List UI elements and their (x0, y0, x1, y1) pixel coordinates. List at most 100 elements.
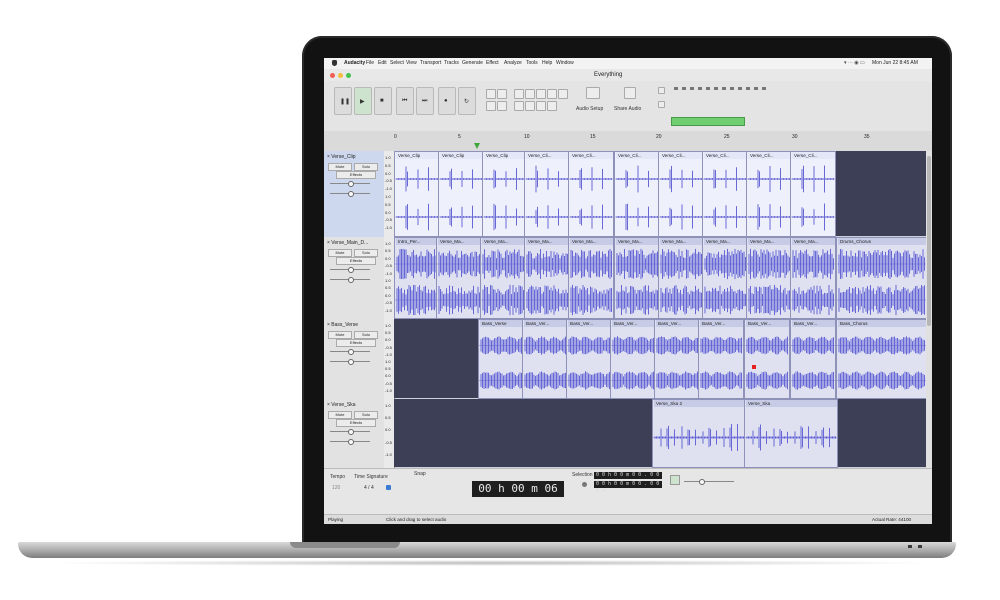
silence-icon[interactable] (525, 101, 535, 111)
multi-tool-icon[interactable] (497, 89, 507, 99)
audio-clip[interactable]: Bass_Chorus (836, 319, 928, 399)
audio-clip[interactable]: Verse_Ska (744, 399, 838, 468)
play-speed-knob[interactable] (699, 479, 705, 485)
record-button[interactable]: ● (438, 87, 456, 115)
clip-name[interactable]: Verse_Cli... (748, 152, 791, 159)
fit-project-icon[interactable] (547, 89, 557, 99)
track-area[interactable]: × Verse_Clip Mute Solo Effects 1.0 0.5 0.0 -0.5… (324, 151, 932, 469)
redo-icon[interactable] (547, 101, 557, 111)
selection-start-field[interactable]: 0 0 h 0 0 m 0 0 . 0 0 0 s (594, 472, 662, 485)
effects-button[interactable]: Effects (336, 339, 376, 347)
clip-name[interactable]: Bass_Ver... (568, 320, 611, 327)
clip-name[interactable]: Intro_Per... (396, 238, 439, 245)
checkbox-icon[interactable] (386, 485, 391, 490)
audio-clip[interactable]: Bass_Ver... (566, 319, 612, 399)
audio-clip[interactable]: Intro_Per... (394, 237, 440, 319)
playhead-marker-icon[interactable] (474, 143, 480, 149)
solo-button[interactable]: Solo (354, 331, 378, 339)
gain-knob[interactable] (348, 429, 354, 435)
clip-name[interactable]: Bass_Ver... (746, 320, 789, 327)
play-speed-slider[interactable] (684, 481, 734, 482)
clip-name[interactable]: Bass_Ver... (700, 320, 743, 327)
clip-name[interactable]: Verse_Cli... (570, 152, 613, 159)
share-audio-button[interactable]: Share Audio (614, 106, 641, 112)
menu-select[interactable]: Select (390, 60, 404, 66)
audio-clip[interactable]: Bass_Ver... (610, 319, 656, 399)
track-control-panel[interactable]: × Verse_Clip Mute Solo Effects (324, 151, 385, 238)
audio-clip[interactable]: Verse_Cli... (790, 151, 836, 237)
clip-name[interactable]: Verse_Ma... (438, 238, 481, 245)
mute-button[interactable]: Mute (328, 163, 352, 171)
microphone-icon[interactable] (658, 87, 665, 94)
effects-button[interactable]: Effects (336, 171, 376, 179)
audio-clip[interactable]: Verse_Clip (394, 151, 440, 237)
gain-knob[interactable] (348, 267, 354, 273)
audio-clip[interactable]: Verse_Ska 2 (652, 399, 746, 468)
selection-end-field[interactable]: 0 0 h 0 0 m 0 0 . 0 0 0 s (594, 481, 662, 494)
audio-clip[interactable]: Verse_Clip (438, 151, 484, 237)
menu-transport[interactable]: Transport (420, 60, 441, 66)
speaker-icon[interactable] (586, 87, 600, 99)
skip-start-button[interactable]: ⏮ (396, 87, 414, 115)
zoom-toggle-icon[interactable] (558, 89, 568, 99)
stop-button[interactable]: ■ (374, 87, 392, 115)
clip-name[interactable]: Bass_Verse (480, 320, 523, 327)
clip-name[interactable]: Verse_Clip (396, 152, 439, 159)
audio-clip[interactable]: Verse_Ma... (790, 237, 836, 319)
time-signature-value[interactable]: 4 / 4 (364, 485, 374, 491)
audio-clip[interactable]: Drums_Chorus (836, 237, 928, 319)
playback-meter-icon[interactable] (658, 101, 665, 108)
zoom-in-icon[interactable] (514, 89, 524, 99)
audio-clip[interactable]: Bass_Ver... (698, 319, 744, 399)
audio-clip[interactable]: Verse_Ma... (702, 237, 748, 319)
clip-name[interactable]: Bass_Ver... (792, 320, 835, 327)
audio-clip[interactable]: Bass_Verse (478, 319, 524, 399)
draw-tool-icon[interactable] (486, 101, 496, 111)
playback-meter-level[interactable] (671, 117, 745, 126)
clip-name[interactable]: Verse_Cli... (526, 152, 569, 159)
clip-name[interactable]: Bass_Chorus (838, 320, 927, 327)
menu-file[interactable]: File (366, 60, 374, 66)
envelope-tool-icon[interactable] (497, 101, 507, 111)
audio-clip[interactable]: Bass_Ver... (654, 319, 700, 399)
solo-button[interactable]: Solo (354, 163, 378, 171)
pause-button[interactable]: ❚❚ (334, 87, 352, 115)
track-control-panel[interactable]: × Verse_Main_D... Mute Solo Effects (324, 237, 385, 320)
zoom-out-icon[interactable] (525, 89, 535, 99)
clip-name[interactable]: Verse_Ska 2 (654, 400, 745, 407)
pan-knob[interactable] (348, 439, 354, 445)
audio-clip[interactable]: Bass_Ver... (744, 319, 790, 399)
audio-clip[interactable]: Verse_Ma... (436, 237, 482, 319)
menu-effect[interactable]: Effect (486, 60, 499, 66)
audio-clip[interactable]: Verse_Clip (482, 151, 528, 237)
clip-name[interactable]: Verse_Ma... (748, 238, 791, 245)
clip-name[interactable]: Bass_Ver... (612, 320, 655, 327)
gain-knob[interactable] (348, 181, 354, 187)
menu-edit[interactable]: Edit (378, 60, 387, 66)
menu-app-name[interactable]: Audacity (344, 60, 365, 66)
selection-mode-icon[interactable] (582, 482, 587, 487)
minimize-window-icon[interactable] (338, 73, 343, 78)
clip-name[interactable]: Drums_Chorus (838, 238, 927, 245)
clip-name[interactable]: Verse_Ma... (660, 238, 703, 245)
loop-button[interactable]: ↻ (458, 87, 476, 115)
scrollbar-thumb[interactable] (927, 156, 931, 326)
menu-tracks[interactable]: Tracks (444, 60, 459, 66)
audio-clip[interactable]: Verse_Ma... (524, 237, 570, 319)
clip-name[interactable]: Verse_Clip (484, 152, 527, 159)
mute-button[interactable]: Mute (328, 249, 352, 257)
trim-icon[interactable] (514, 101, 524, 111)
apple-logo-icon[interactable] (332, 60, 337, 66)
track-name[interactable]: × Verse_Clip (327, 154, 356, 160)
gain-knob[interactable] (348, 349, 354, 355)
clip-name[interactable]: Bass_Ver... (656, 320, 699, 327)
clip-name[interactable]: Verse_Cli... (792, 152, 835, 159)
audio-clip[interactable]: Verse_Cli... (524, 151, 570, 237)
audio-clip[interactable]: Verse_Ma... (614, 237, 660, 319)
undo-icon[interactable] (536, 101, 546, 111)
track-name[interactable]: × Verse_Main_D... (327, 240, 368, 246)
clip-name[interactable]: Verse_Clip (440, 152, 483, 159)
track-name[interactable]: × Bass_Verse (327, 322, 358, 328)
menu-help[interactable]: Help (542, 60, 552, 66)
vertical-scrollbar[interactable] (926, 151, 932, 468)
